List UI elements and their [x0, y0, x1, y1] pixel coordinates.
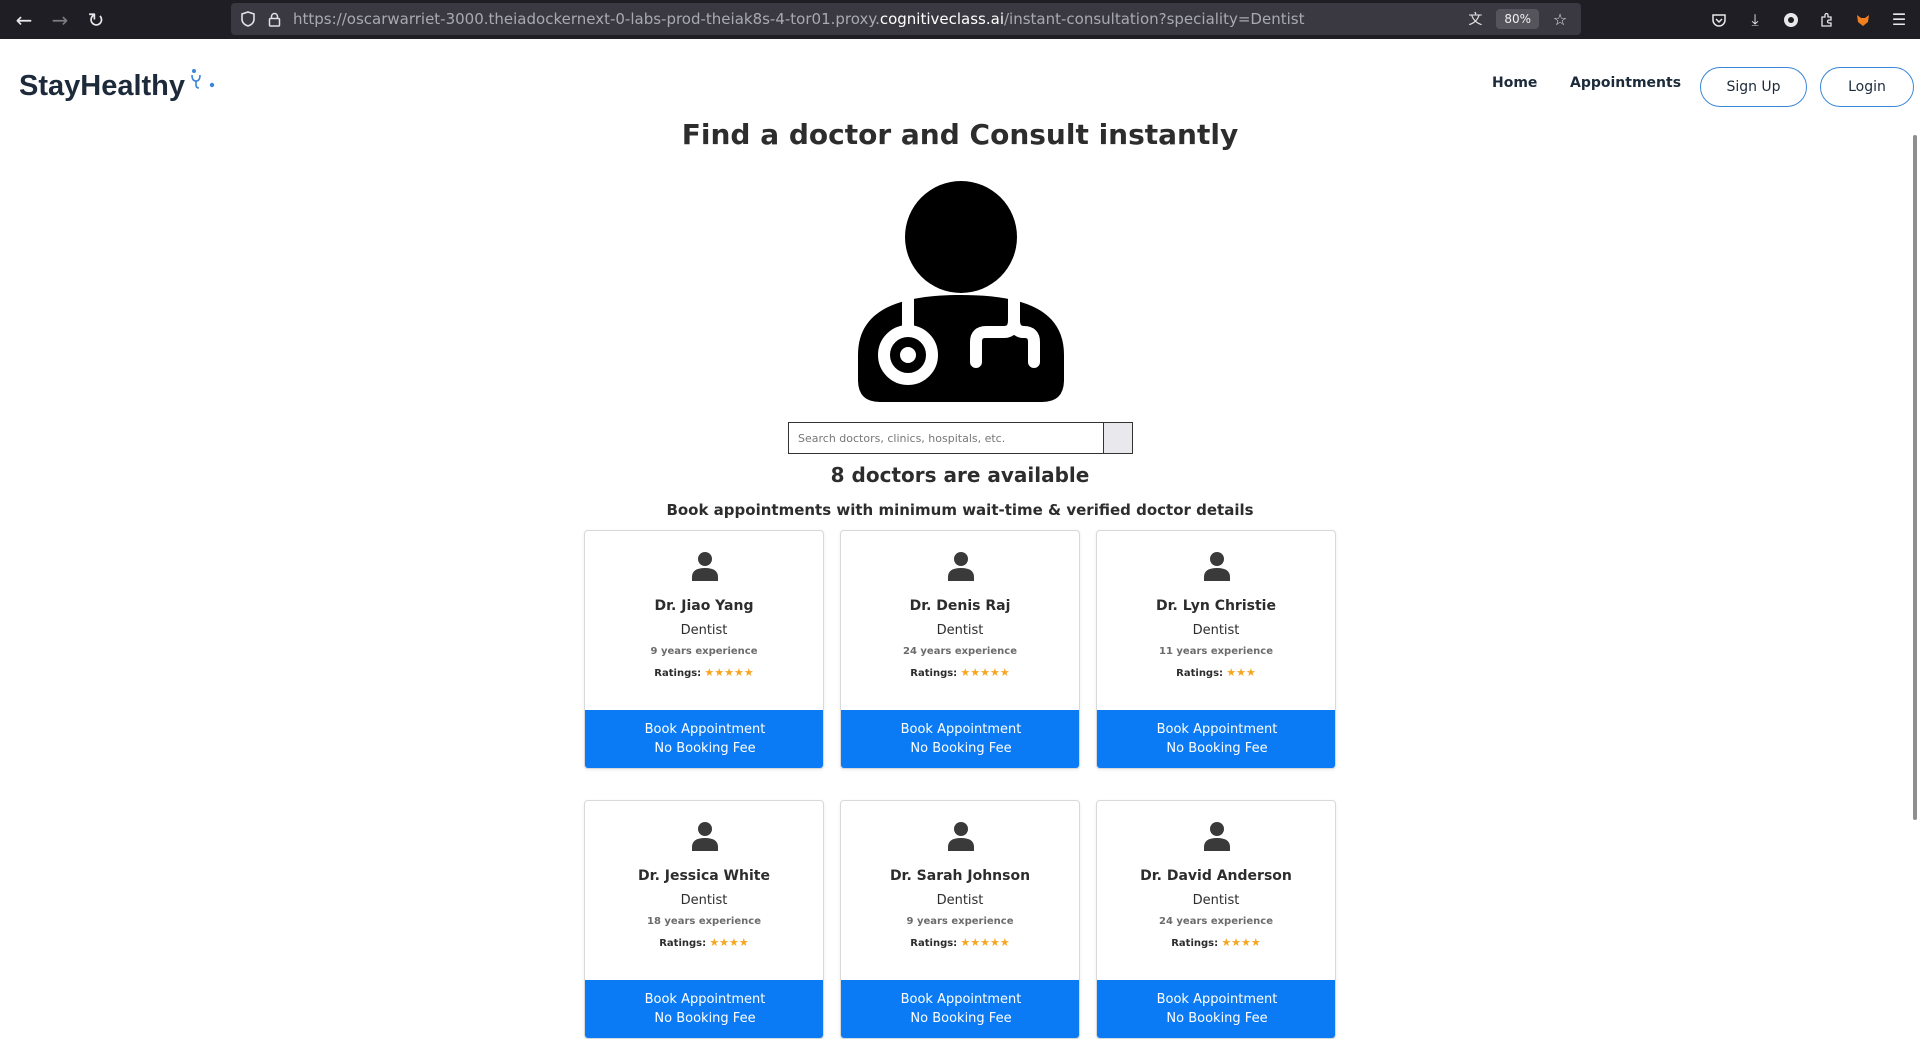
doctor-card: Dr. Lyn Christie Dentist 11 years experi…: [1096, 530, 1336, 769]
brand-logo[interactable]: StayHealthy: [19, 65, 218, 103]
translate-icon[interactable]: 文: [1464, 8, 1486, 30]
doctor-card: Dr. Jiao Yang Dentist 9 years experience…: [584, 530, 824, 769]
signup-button[interactable]: Sign Up: [1700, 67, 1807, 107]
search-bar: [788, 422, 1133, 454]
navbar: StayHealthy Home Appointments Sign Up Lo…: [0, 39, 1920, 125]
download-icon[interactable]: ⤓: [1744, 9, 1766, 31]
nav-link-home[interactable]: Home: [1492, 75, 1537, 91]
shield-icon[interactable]: [235, 3, 261, 35]
doctor-card: Dr. David Anderson Dentist 24 years expe…: [1096, 800, 1336, 1039]
search-button[interactable]: [1103, 422, 1133, 454]
doctor-experience: 11 years experience: [1159, 646, 1273, 657]
star-rating-icons: ★★★★★: [704, 666, 754, 679]
forward-arrow-icon[interactable]: →: [42, 0, 78, 39]
doctor-ratings: Ratings: ★★★: [1176, 666, 1256, 679]
doctor-illustration-icon: [858, 180, 1064, 402]
doctor-avatar-icon: [690, 821, 720, 851]
book-appointment-button[interactable]: Book Appointment No Booking Fee: [1097, 980, 1335, 1038]
star-rating-icons: ★★★★★: [960, 666, 1010, 679]
doctor-experience: 24 years experience: [1159, 916, 1273, 927]
doctor-speciality: Dentist: [680, 893, 728, 908]
book-appointment-button[interactable]: Book Appointment No Booking Fee: [1097, 710, 1335, 768]
doctors-count: 8 doctors are available: [830, 463, 1090, 487]
account-icon[interactable]: [1780, 9, 1802, 31]
book-appointment-button[interactable]: Book Appointment No Booking Fee: [585, 710, 823, 768]
menu-icon[interactable]: ☰: [1888, 9, 1910, 31]
doctor-speciality: Dentist: [936, 623, 984, 638]
doctor-speciality: Dentist: [1192, 893, 1240, 908]
back-arrow-icon[interactable]: ←: [6, 0, 42, 39]
doctor-speciality: Dentist: [680, 623, 728, 638]
doctor-ratings: Ratings: ★★★★★: [910, 666, 1010, 679]
brand-name: StayHealthy: [19, 70, 186, 102]
doctor-avatar-icon: [690, 551, 720, 581]
doctor-ratings: Ratings: ★★★★: [1171, 936, 1261, 949]
doctor-avatar-icon: [1202, 551, 1232, 581]
doctor-experience: 9 years experience: [650, 646, 758, 657]
doctor-ratings: Ratings: ★★★★: [659, 936, 749, 949]
doctor-avatar-icon: [1202, 821, 1232, 851]
star-rating-icons: ★★★: [1226, 666, 1256, 679]
bookmark-star-icon[interactable]: ☆: [1549, 8, 1571, 30]
search-input[interactable]: [788, 422, 1103, 454]
doctor-experience: 9 years experience: [906, 916, 1014, 927]
book-appointment-button[interactable]: Book Appointment No Booking Fee: [585, 980, 823, 1038]
doctor-speciality: Dentist: [936, 893, 984, 908]
address-bar[interactable]: https://oscarwarriet-3000.theiadockernex…: [231, 3, 1581, 35]
doctor-avatar-icon: [946, 551, 976, 581]
star-rating-icons: ★★★★: [709, 936, 749, 949]
star-rating-icons: ★★★★★: [960, 936, 1010, 949]
lock-icon[interactable]: [261, 3, 287, 35]
doctor-card: Dr. Denis Raj Dentist 24 years experienc…: [840, 530, 1080, 769]
doctor-speciality: Dentist: [1192, 623, 1240, 638]
pocket-icon[interactable]: [1708, 9, 1730, 31]
url-text: https://oscarwarriet-3000.theiadockernex…: [293, 10, 1305, 28]
page-subtitle: Book appointments with minimum wait-time…: [666, 501, 1254, 519]
doctor-name: Dr. Jessica White: [638, 868, 770, 884]
doctor-name: Dr. David Anderson: [1140, 868, 1292, 884]
doctor-ratings: Ratings: ★★★★★: [910, 936, 1010, 949]
zoom-level[interactable]: 80%: [1496, 9, 1539, 29]
reload-icon[interactable]: ↻: [78, 0, 114, 39]
extensions-icon[interactable]: [1816, 9, 1838, 31]
nav-link-appointments[interactable]: Appointments: [1570, 75, 1681, 91]
doctor-name: Dr. Sarah Johnson: [889, 868, 1031, 884]
login-button[interactable]: Login: [1820, 67, 1914, 107]
doctor-experience: 24 years experience: [903, 646, 1017, 657]
doctor-card: Dr. Jessica White Dentist 18 years exper…: [584, 800, 824, 1039]
doctor-name: Dr. Jiao Yang: [654, 598, 754, 614]
doctor-card: Dr. Sarah Johnson Dentist 9 years experi…: [840, 800, 1080, 1039]
doctor-ratings: Ratings: ★★★★★: [654, 666, 754, 679]
browser-toolbar: ← → ↻ https://oscarwarriet-3000.theiadoc…: [0, 0, 1920, 39]
star-rating-icons: ★★★★: [1221, 936, 1261, 949]
page-title: Find a doctor and Consult instantly: [681, 118, 1239, 151]
stethoscope-logo-icon: [190, 65, 218, 98]
doctor-name: Dr. Denis Raj: [909, 598, 1011, 614]
doctor-experience: 18 years experience: [647, 916, 761, 927]
doctor-name: Dr. Lyn Christie: [1156, 598, 1276, 614]
fox-extension-icon[interactable]: [1852, 9, 1874, 31]
doctor-avatar-icon: [946, 821, 976, 851]
book-appointment-button[interactable]: Book Appointment No Booking Fee: [841, 710, 1079, 768]
book-appointment-button[interactable]: Book Appointment No Booking Fee: [841, 980, 1079, 1038]
